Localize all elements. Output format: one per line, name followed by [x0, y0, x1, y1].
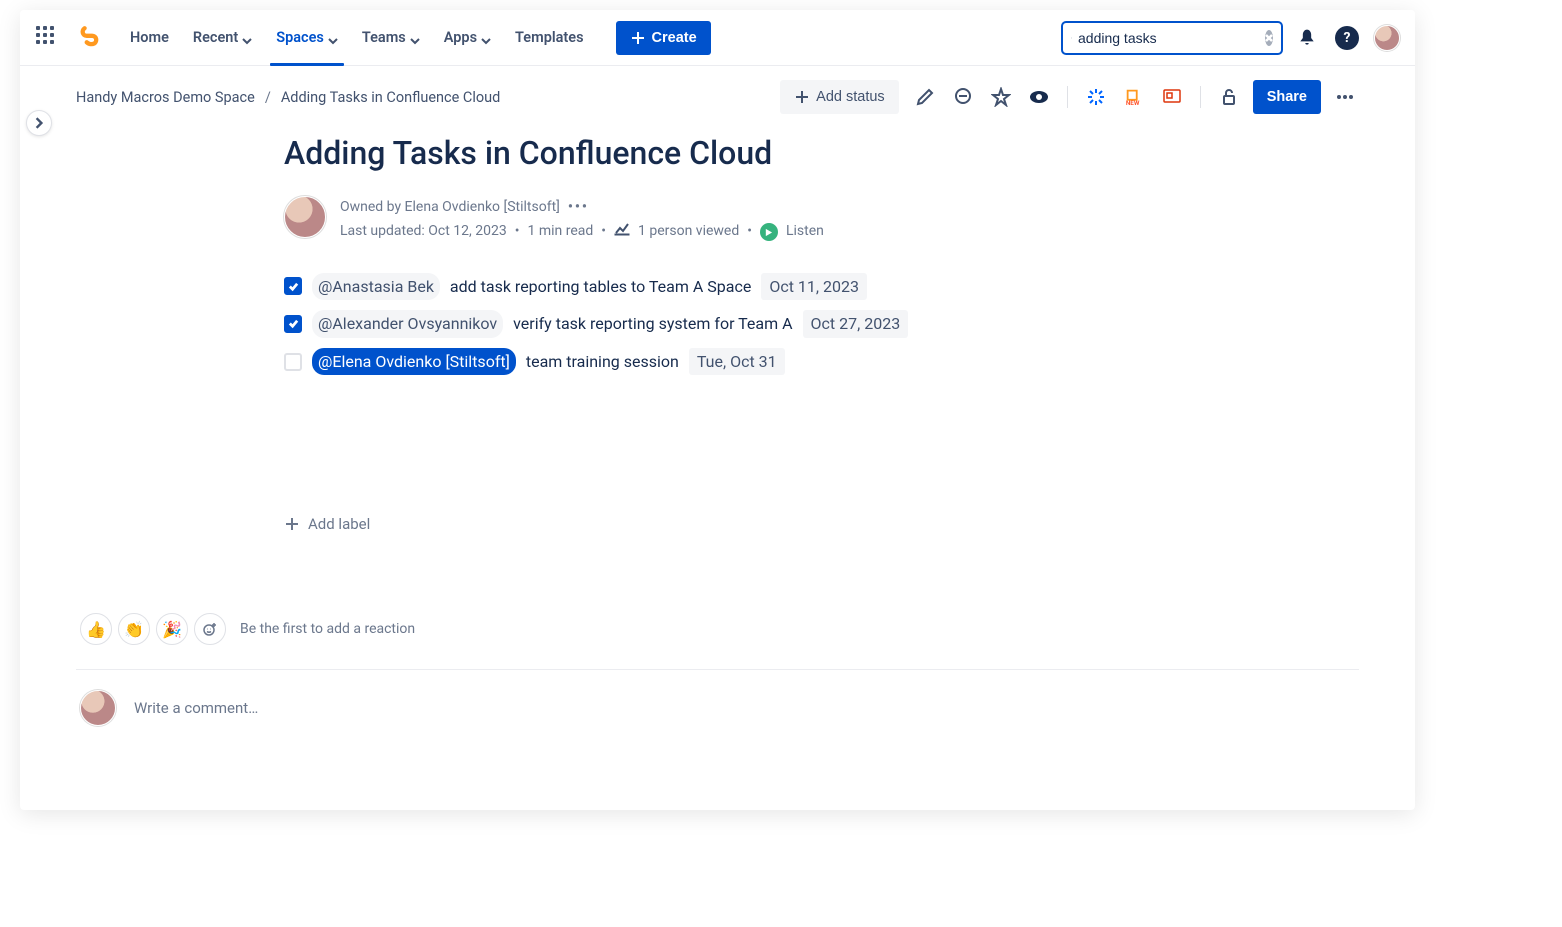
nav-apps[interactable]: Apps	[434, 23, 501, 52]
chevron-down-icon	[481, 33, 491, 43]
reaction-emoji[interactable]: 👏	[118, 613, 150, 645]
task-checkbox[interactable]	[284, 315, 302, 333]
byline: Owned by Elena Ovdienko [Stiltsoft] ••• …	[284, 196, 1184, 245]
add-label-text: Add label	[308, 515, 370, 533]
breadcrumb-space[interactable]: Handy Macros Demo Space	[76, 89, 255, 106]
play-icon[interactable]	[760, 223, 778, 241]
task-text: add task reporting tables to Team A Spac…	[450, 274, 751, 300]
user-mention[interactable]: @Anastasia Bek	[312, 273, 440, 301]
listen-label[interactable]: Listen	[786, 220, 824, 244]
user-mention[interactable]: @Elena Ovdienko [Stiltsoft]	[312, 348, 516, 376]
reactions-row: 👍👏🎉 Be the first to add a reaction	[80, 613, 1415, 645]
page-header: Handy Macros Demo Space / Adding Tasks i…	[20, 66, 1415, 114]
byline-more-icon[interactable]: •••	[568, 196, 589, 220]
task-item: @Alexander Ovsyannikov verify task repor…	[284, 310, 1184, 338]
breadcrumb-page[interactable]: Adding Tasks in Confluence Cloud	[281, 89, 501, 106]
top-nav: Home Recent Spaces Teams Apps Templates …	[20, 10, 1415, 66]
expand-sidebar-button[interactable]	[26, 110, 52, 136]
task-checkbox[interactable]	[284, 277, 302, 295]
search-box[interactable]	[1061, 21, 1283, 55]
task-date: Oct 27, 2023	[803, 310, 909, 338]
restrictions-icon[interactable]	[1215, 83, 1243, 111]
add-status-button[interactable]: Add status	[780, 80, 899, 114]
share-button[interactable]: Share	[1253, 80, 1321, 114]
last-updated: Last updated: Oct 12, 2023	[340, 220, 507, 244]
nav-recent[interactable]: Recent	[183, 23, 262, 52]
edit-icon[interactable]	[911, 83, 939, 111]
more-actions-icon[interactable]	[1331, 83, 1359, 111]
nav-templates[interactable]: Templates	[505, 23, 594, 52]
search-icon	[1071, 30, 1072, 46]
page-toolbar: NEW Share	[911, 80, 1359, 114]
create-button[interactable]: Create	[616, 21, 711, 55]
search-input[interactable]	[1078, 30, 1259, 46]
author-avatar[interactable]	[284, 196, 326, 238]
help-icon[interactable]: ?	[1331, 22, 1363, 54]
task-item: @Elena Ovdienko [Stiltsoft] team trainin…	[284, 348, 1184, 376]
notifications-icon[interactable]	[1291, 22, 1323, 54]
comment-icon[interactable]	[949, 83, 977, 111]
user-mention[interactable]: @Alexander Ovsyannikov	[312, 310, 503, 338]
star-icon[interactable]	[987, 83, 1015, 111]
presentation-icon[interactable]	[1158, 83, 1186, 111]
nav-teams-label: Teams	[362, 29, 406, 46]
new-badge-icon[interactable]: NEW	[1120, 83, 1148, 111]
add-reaction-icon[interactable]	[194, 613, 226, 645]
nav-items: Home Recent Spaces Teams Apps Templates	[120, 23, 594, 52]
add-label-button[interactable]: Add label	[284, 515, 1184, 533]
owned-by: Owned by Elena Ovdienko [Stiltsoft]	[340, 196, 560, 220]
task-text: verify task reporting system for Team A	[513, 311, 792, 337]
reaction-emoji[interactable]: 🎉	[156, 613, 188, 645]
toolbar-separator	[1200, 86, 1201, 108]
breadcrumb-separator: /	[265, 89, 271, 106]
page-title: Adding Tasks in Confluence Cloud	[284, 134, 1184, 172]
nav-spaces-label: Spaces	[276, 29, 324, 46]
task-list: @Anastasia Bek add task reporting tables…	[284, 273, 1184, 376]
task-item: @Anastasia Bek add task reporting tables…	[284, 273, 1184, 301]
analytics-icon[interactable]	[614, 220, 630, 245]
nav-recent-label: Recent	[193, 29, 238, 46]
svg-text:NEW: NEW	[1126, 99, 1140, 107]
chevron-down-icon	[410, 33, 420, 43]
page-body: Adding Tasks in Confluence Cloud Owned b…	[284, 114, 1184, 533]
nav-home[interactable]: Home	[120, 23, 179, 52]
toolbar-separator	[1067, 86, 1068, 108]
loading-icon[interactable]	[1082, 83, 1110, 111]
task-text: team training session	[526, 349, 679, 375]
task-date: Tue, Oct 31	[689, 348, 785, 376]
nav-teams[interactable]: Teams	[352, 23, 430, 52]
watch-icon[interactable]	[1025, 83, 1053, 111]
profile-avatar[interactable]	[1371, 22, 1403, 54]
chevron-down-icon	[242, 33, 252, 43]
app-switcher-icon[interactable]	[32, 22, 64, 54]
chevron-down-icon	[328, 33, 338, 43]
task-checkbox[interactable]	[284, 353, 302, 371]
nav-spaces[interactable]: Spaces	[266, 23, 348, 52]
reaction-emoji[interactable]: 👍	[80, 613, 112, 645]
nav-apps-label: Apps	[444, 29, 477, 46]
comment-row: Write a comment…	[80, 690, 1415, 726]
reaction-prompt: Be the first to add a reaction	[240, 621, 415, 637]
comment-input[interactable]: Write a comment…	[134, 699, 258, 717]
comment-avatar[interactable]	[80, 690, 116, 726]
create-label: Create	[652, 30, 697, 46]
clear-search-icon[interactable]	[1265, 30, 1273, 46]
task-date: Oct 11, 2023	[761, 273, 867, 301]
divider	[76, 669, 1359, 670]
add-status-label: Add status	[816, 89, 885, 105]
product-logo[interactable]	[76, 24, 104, 52]
read-time: 1 min read	[527, 220, 593, 244]
viewers-count[interactable]: 1 person viewed	[638, 220, 739, 244]
breadcrumb: Handy Macros Demo Space / Adding Tasks i…	[76, 89, 500, 106]
